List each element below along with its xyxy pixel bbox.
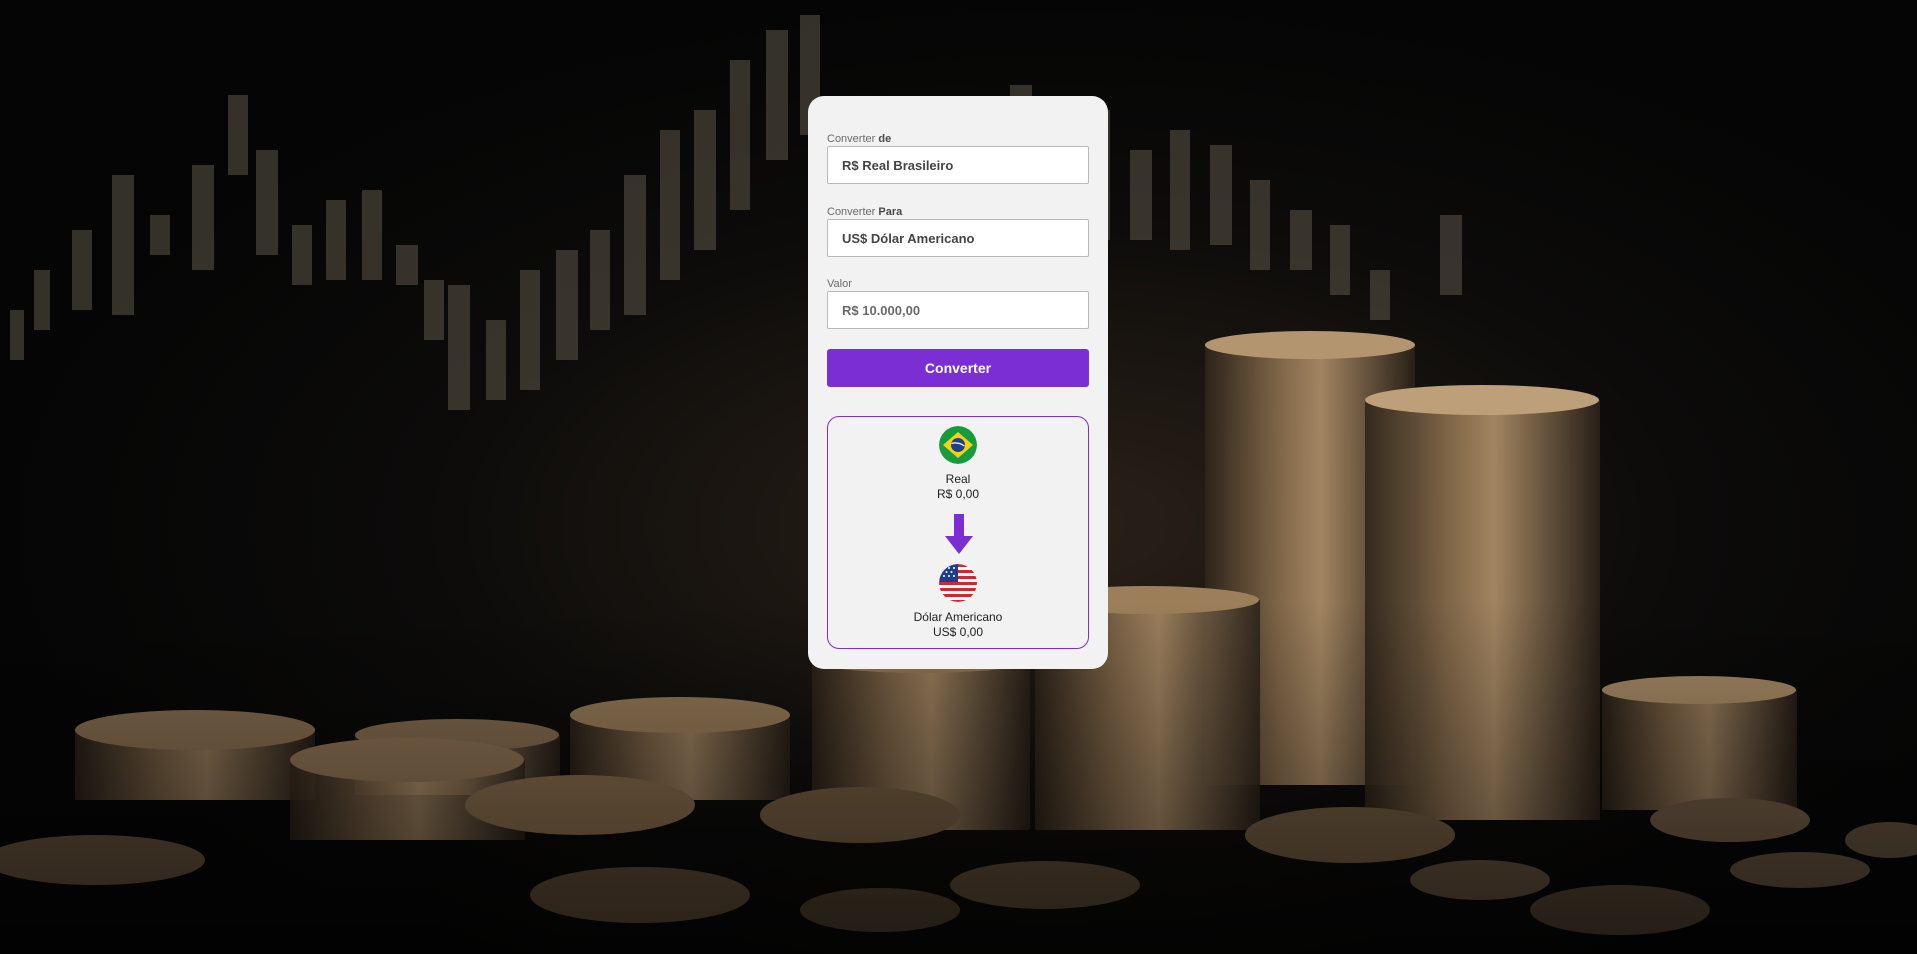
value-label: Valor [827, 278, 852, 290]
from-currency-selected: R$ Real Brasileiro [842, 157, 954, 173]
from-currency-select[interactable]: R$ Real Brasileiro [827, 146, 1089, 184]
to-currency-label: Converter Para [827, 206, 902, 219]
to-currency-select[interactable]: US$ Dólar Americano [827, 219, 1089, 257]
value-input[interactable] [827, 291, 1089, 329]
from-currency-label: Converter de [827, 133, 891, 146]
usa-flag-icon [939, 564, 977, 602]
arrow-down-icon [945, 514, 973, 554]
convert-button[interactable]: Converter [827, 349, 1089, 387]
from-label-prefix: Converter [827, 133, 876, 145]
page: Converter de R$ Real Brasileiro Converte… [0, 0, 1917, 954]
to-currency-value: US$ 0,00 [932, 625, 984, 639]
from-label-bold: de [878, 133, 892, 145]
conversion-result-box: Real R$ 0,00 Dólar Americano US$ 0,00 [827, 416, 1089, 649]
to-currency-selected: US$ Dólar Americano [842, 230, 975, 246]
from-currency-name: Real [945, 472, 971, 486]
to-label-prefix: Converter [827, 206, 876, 218]
to-currency-name: Dólar Americano [913, 610, 1003, 624]
from-currency-value: R$ 0,00 [936, 487, 980, 501]
converter-card: Converter de R$ Real Brasileiro Converte… [808, 96, 1108, 669]
to-label-bold: Para [878, 206, 903, 218]
brazil-flag-icon [939, 426, 977, 464]
